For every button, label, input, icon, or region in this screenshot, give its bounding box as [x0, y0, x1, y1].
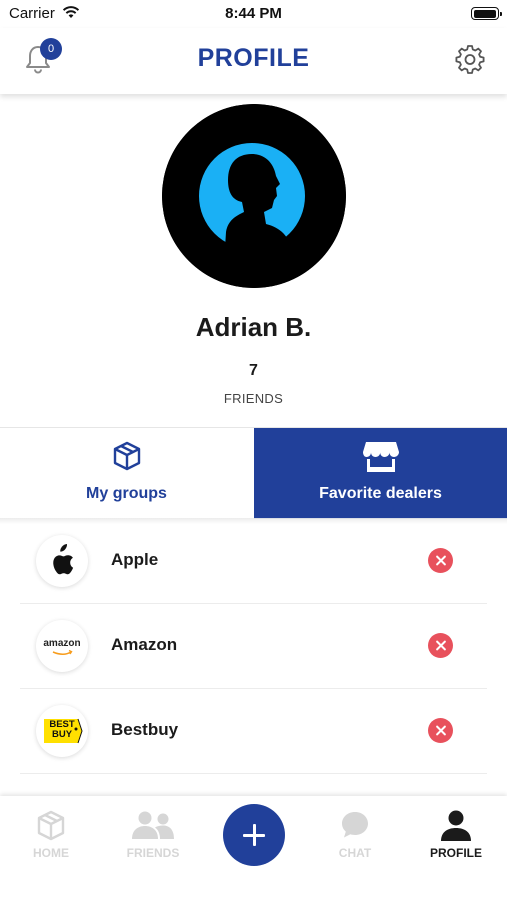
storefront-icon — [362, 442, 399, 472]
tab-my-groups-label: My groups — [86, 485, 167, 502]
tab-my-groups[interactable]: My groups — [0, 428, 253, 519]
clock: 8:44 PM — [225, 5, 282, 22]
nav-profile-label: PROFILE — [429, 846, 482, 860]
dealer-name: Amazon — [111, 635, 178, 654]
status-bar: Carrier 8:44 PM — [0, 0, 507, 28]
profile-name: Adrian B. — [195, 312, 312, 342]
cube-icon — [37, 810, 65, 841]
amazon-logo: amazon — [36, 620, 88, 672]
app-header: 0 PROFILE — [0, 28, 507, 94]
dealer-row-amazon[interactable]: amazon Amazon — [20, 604, 487, 689]
chat-bubble-icon — [342, 812, 368, 838]
cube-icon — [113, 441, 140, 471]
apple-logo — [36, 535, 88, 587]
nav-chat-label: CHAT — [338, 846, 372, 860]
remove-dealer-button[interactable] — [428, 718, 453, 743]
dealer-row-bestbuy[interactable]: BEST BUY Bestbuy — [20, 689, 487, 774]
nav-home[interactable]: HOME — [0, 796, 102, 876]
page-title: PROFILE — [197, 44, 310, 72]
bottom-navigation: HOME FRIENDS CHAT PROFILE — [0, 796, 507, 900]
remove-dealer-button[interactable] — [428, 548, 453, 573]
gear-icon[interactable] — [455, 44, 485, 74]
dealer-name: Apple — [111, 550, 159, 569]
friends-count[interactable]: 7 — [0, 362, 507, 380]
person-icon — [441, 810, 471, 841]
bestbuy-logo-text: BEST BUY — [49, 719, 75, 740]
avatar-silhouette-image — [162, 104, 346, 288]
people-icon — [132, 811, 174, 839]
nav-profile[interactable]: PROFILE — [405, 796, 507, 876]
tab-favorite-dealers-label: Favorite dealers — [319, 485, 442, 502]
nav-home-label: HOME — [33, 846, 69, 860]
dealer-row-apple[interactable]: Apple — [20, 519, 487, 604]
battery-icon — [471, 7, 502, 20]
tab-favorite-dealers[interactable]: Favorite dealers — [254, 428, 507, 519]
profile-tabs: My groups Favorite dealers — [0, 427, 507, 519]
dealer-name: Bestbuy — [111, 720, 179, 739]
profile-avatar[interactable] — [162, 104, 346, 288]
nav-chat[interactable]: CHAT — [304, 796, 406, 876]
remove-dealer-button[interactable] — [428, 633, 453, 658]
nav-friends[interactable]: FRIENDS — [102, 796, 204, 876]
add-button[interactable] — [223, 804, 285, 866]
friends-label[interactable]: FRIENDS — [0, 391, 507, 406]
bestbuy-logo: BEST BUY — [36, 705, 88, 757]
nav-friends-label: FRIENDS — [126, 846, 180, 860]
